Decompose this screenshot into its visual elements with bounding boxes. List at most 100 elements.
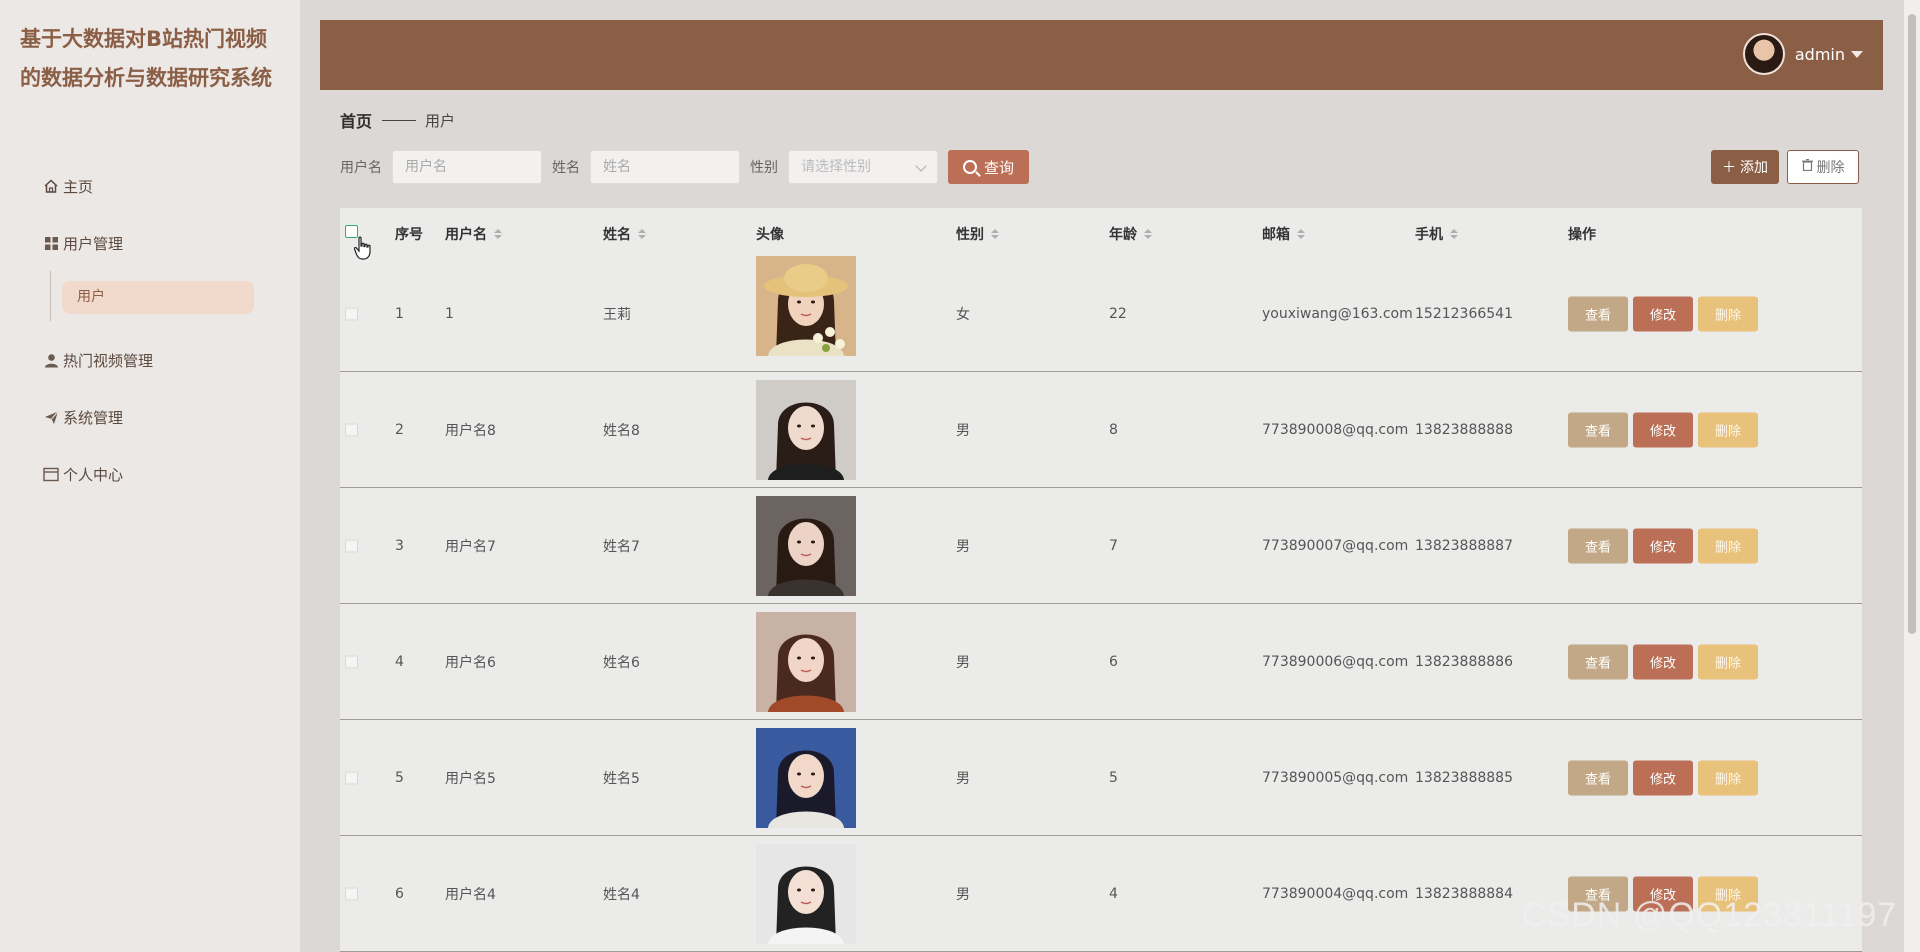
sort-icon[interactable] [991, 229, 999, 239]
sidebar-item-personal-center[interactable]: 个人中心 [42, 456, 123, 492]
header-username[interactable]: 用户名 [445, 224, 502, 244]
header-age[interactable]: 年龄 [1109, 224, 1152, 244]
query-button-label: 查询 [984, 158, 1015, 177]
user-menu[interactable]: admin [1742, 33, 1863, 75]
view-button[interactable]: 查看 [1568, 412, 1628, 447]
sort-icon[interactable] [1297, 229, 1305, 239]
edit-button[interactable]: 修改 [1633, 644, 1693, 679]
caret-down-icon [1851, 50, 1863, 58]
avatar-photo[interactable] [756, 380, 856, 480]
avatar-photo[interactable] [756, 496, 856, 596]
header-avatar: 头像 [756, 224, 784, 244]
header-phone-label: 手机 [1415, 227, 1443, 243]
row-checkbox[interactable] [345, 887, 358, 900]
cell-age: 6 [1109, 653, 1118, 670]
header-gender[interactable]: 性别 [956, 224, 999, 244]
cell-phone: 13823888888 [1415, 421, 1513, 438]
sort-icon[interactable] [494, 229, 502, 239]
cell-name: 姓名5 [603, 770, 640, 787]
edit-button[interactable]: 修改 [1633, 412, 1693, 447]
username-search-input[interactable]: 用户名 [392, 150, 542, 184]
gender-filter-label: 性别 [750, 160, 778, 176]
header-name[interactable]: 姓名 [603, 224, 646, 244]
username-filter-label: 用户名 [340, 160, 382, 176]
row-checkbox[interactable] [345, 771, 358, 784]
add-button[interactable]: ＋ 添加 [1711, 150, 1779, 184]
cell-age: 5 [1109, 769, 1118, 786]
sidebar-item-user-management[interactable]: 用户管理 [42, 225, 123, 261]
query-button[interactable]: 查询 [948, 150, 1030, 184]
sort-icon[interactable] [1450, 229, 1458, 239]
sidebar-item-system-management[interactable]: 系统管理 [42, 399, 123, 435]
view-button[interactable]: 查看 [1568, 644, 1628, 679]
watermark: CSDN @QQ123311197 [1522, 896, 1898, 934]
cell-username: 用户名4 [445, 886, 496, 903]
sidebar-item-home[interactable]: 主页 [42, 168, 93, 204]
gender-select[interactable]: 请选择性别 [788, 150, 938, 184]
cell-name: 姓名4 [603, 886, 640, 903]
grid-icon [42, 234, 60, 252]
plus-icon: ＋ [1722, 160, 1736, 176]
view-button[interactable]: 查看 [1568, 528, 1628, 563]
delete-button[interactable]: 删除 [1698, 296, 1758, 331]
username-label: admin [1794, 44, 1845, 64]
cell-email: 773890007@qq.com [1262, 537, 1409, 554]
cell-index: 6 [395, 885, 404, 902]
sort-icon[interactable] [638, 229, 646, 239]
hand-cursor-icon [354, 236, 371, 260]
table-row: 3 用户名7 姓名7 男 7 773890007@qq.com 13823888887 查看修… [340, 488, 1862, 604]
cell-gender: 男 [956, 886, 970, 903]
sidebar-item-label: 用户管理 [63, 234, 124, 253]
delete-button[interactable]: 删除 [1698, 412, 1758, 447]
cell-gender: 男 [956, 654, 970, 671]
avatar-photo[interactable] [756, 612, 856, 712]
edit-button[interactable]: 修改 [1633, 528, 1693, 563]
scrollbar-thumb[interactable] [1908, 14, 1916, 634]
person-icon [42, 351, 60, 369]
edit-button[interactable]: 修改 [1633, 760, 1693, 795]
view-button[interactable]: 查看 [1568, 296, 1628, 331]
delete-button-label: 删除 [1816, 160, 1845, 176]
cell-username: 用户名6 [445, 654, 496, 671]
edit-button[interactable]: 修改 [1633, 296, 1693, 331]
cell-email: youxiwang@163.com [1262, 305, 1413, 322]
delete-button[interactable]: 删除 [1698, 528, 1758, 563]
row-checkbox[interactable] [345, 655, 358, 668]
cell-index: 2 [395, 421, 404, 438]
header-phone[interactable]: 手机 [1415, 224, 1458, 244]
sidebar-item-label: 热门视频管理 [63, 351, 154, 370]
chevron-down-icon [915, 160, 927, 172]
avatar-photo[interactable] [756, 728, 856, 828]
name-filter-label: 姓名 [552, 160, 580, 176]
row-checkbox[interactable] [345, 539, 358, 552]
row-checkbox[interactable] [345, 423, 358, 436]
header-actions: 操作 [1568, 224, 1596, 244]
delete-button[interactable]: 删除 [1698, 760, 1758, 795]
header-actions-label: 操作 [1568, 227, 1596, 243]
header-name-label: 姓名 [603, 227, 631, 243]
cell-phone: 15212366541 [1415, 305, 1513, 322]
sort-icon[interactable] [1144, 229, 1152, 239]
gender-select-placeholder: 请选择性别 [801, 159, 871, 175]
avatar-photo[interactable] [756, 256, 856, 356]
breadcrumb-home[interactable]: 首页 [340, 108, 372, 132]
sidebar-subitem-user[interactable]: 用户 [62, 281, 254, 314]
row-checkbox[interactable] [345, 307, 358, 320]
table-row: 2 用户名8 姓名8 男 8 773890008@qq.com 13823888888 查看修… [340, 372, 1862, 488]
delete-button[interactable]: 删除 [1698, 644, 1758, 679]
sidebar-item-hot-video-management[interactable]: 热门视频管理 [42, 342, 153, 378]
name-search-input[interactable]: 姓名 [590, 150, 740, 184]
cell-email: 773890005@qq.com [1262, 769, 1409, 786]
view-button[interactable]: 查看 [1568, 760, 1628, 795]
cell-index: 3 [395, 537, 404, 554]
page-scrollbar[interactable] [1904, 0, 1920, 952]
avatar-photo[interactable] [756, 844, 856, 944]
header-email[interactable]: 邮箱 [1262, 224, 1305, 244]
cell-gender: 女 [956, 306, 970, 323]
cell-phone: 13823888886 [1415, 653, 1513, 670]
cell-name: 姓名6 [603, 654, 640, 671]
header-index-label: 序号 [395, 227, 423, 243]
cell-gender: 男 [956, 538, 970, 555]
batch-delete-button[interactable]: 删除 [1787, 150, 1859, 184]
header-avatar-label: 头像 [756, 227, 784, 243]
